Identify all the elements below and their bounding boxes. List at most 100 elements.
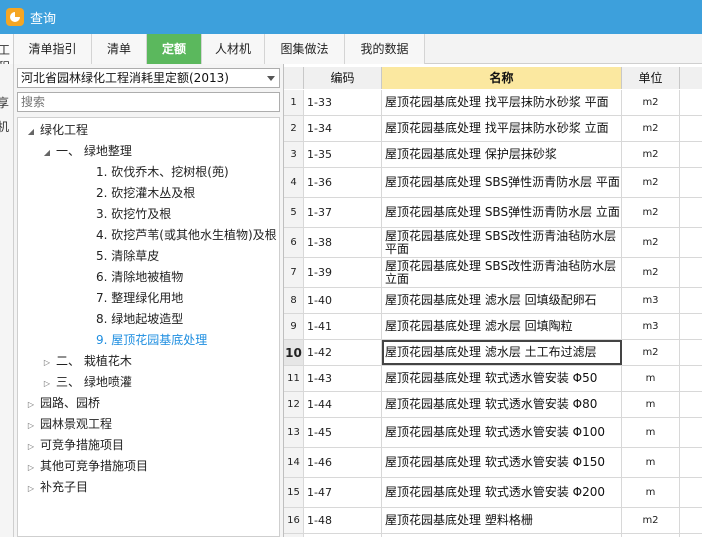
search-input[interactable] (17, 92, 280, 112)
row-extra (680, 288, 702, 313)
header-name[interactable]: 名称 (382, 67, 622, 89)
tree-expand-icon[interactable]: ▷ (26, 437, 36, 457)
table-row[interactable]: 11 1-43 屋顶花园基底处理 软式透水管安装 Φ50 m (284, 366, 702, 392)
row-unit: m (622, 392, 680, 417)
row-code: 1-47 (304, 478, 382, 507)
tree-node-label: 园路、园桥 (40, 396, 101, 410)
row-extra (680, 478, 702, 507)
row-index: 10 (284, 340, 304, 365)
row-unit: m3 (622, 288, 680, 313)
row-unit: m (622, 448, 680, 477)
tab-2[interactable]: 定额 (147, 34, 202, 64)
row-extra (680, 448, 702, 477)
tree-node[interactable]: 9. 屋顶花园基底处理 (72, 330, 207, 350)
tree-expand-icon[interactable]: ▷ (26, 458, 36, 478)
tab-3[interactable]: 人材机 (202, 34, 265, 64)
tree-expand-icon[interactable]: ▷ (26, 479, 36, 499)
table-row[interactable]: 3 1-35 屋顶花园基底处理 保护层抹砂浆 m2 (284, 142, 702, 168)
row-name: 屋顶花园基底处理 滤水层 回填陶粒 (382, 314, 622, 339)
tree-node[interactable]: ▷ 二、 栽植花木 (42, 351, 132, 371)
table-row[interactable]: 5 1-37 屋顶花园基底处理 SBS弹性沥青防水层 立面 m2 (284, 198, 702, 228)
row-code: 1-36 (304, 168, 382, 197)
tree-node-label: 可竞争措施项目 (40, 438, 125, 452)
table-row[interactable]: 8 1-40 屋顶花园基底处理 滤水层 回填级配卵石 m3 (284, 288, 702, 314)
row-index: 12 (284, 392, 304, 417)
side-strip-label-1[interactable]: 享 (0, 94, 9, 111)
tree-node[interactable]: ▷ 园路、园桥 (26, 393, 100, 413)
row-name: 屋顶花园基底处理 软式透水管安装 Φ100 (382, 418, 622, 447)
tree-node[interactable]: 8. 绿地起坡造型 (72, 309, 183, 329)
tree-node[interactable]: ▷ 其他可竞争措施项目 (26, 456, 148, 476)
header-index (284, 67, 304, 89)
tree-node-label: 6. 清除地被植物 (96, 270, 184, 284)
row-code: 1-37 (304, 198, 382, 227)
table-row[interactable]: 16 1-48 屋顶花园基底处理 塑料格栅 m2 (284, 508, 702, 534)
row-extra (680, 340, 702, 365)
tree-expand-icon[interactable]: ▷ (26, 395, 36, 415)
tree-collapse-icon[interactable]: ◢ (42, 143, 52, 163)
row-unit: m2 (622, 142, 680, 167)
table-row[interactable]: 2 1-34 屋顶花园基底处理 找平层抹防水砂浆 立面 m2 (284, 116, 702, 142)
tree-expand-icon[interactable]: ▷ (42, 374, 52, 394)
row-extra (680, 90, 702, 115)
tree-node[interactable]: ◢ 绿化工程 (26, 120, 88, 140)
grid-header: 编码 名称 单位 (284, 67, 702, 89)
row-unit: m (622, 478, 680, 507)
window-title: 查询 (30, 11, 57, 27)
tree-node-label: 补充子目 (40, 480, 89, 494)
tab-bar: 工程 清单指引清单定额人材机图集做法我的数据 (0, 34, 702, 64)
tree-node[interactable]: ▷ 三、 绿地喷灌 (42, 372, 132, 392)
table-row[interactable]: 13 1-45 屋顶花园基底处理 软式透水管安装 Φ100 m (284, 418, 702, 448)
tree-node-label: 一、 绿地整理 (56, 144, 132, 158)
tree-expand-icon[interactable]: ▷ (42, 353, 52, 373)
tree-node[interactable]: 3. 砍挖竹及根 (72, 204, 171, 224)
row-code: 1-43 (304, 366, 382, 391)
tree-node[interactable]: 4. 砍挖芦苇(或其他水生植物)及根 (72, 225, 277, 245)
row-name: 屋顶花园基底处理 SBS改性沥青油毡防水层 平面 (382, 228, 622, 257)
tree-collapse-icon[interactable]: ◢ (26, 122, 36, 142)
quota-tree-panel: 河北省园林绿化工程消耗里定额(2013) ◢ 绿化工程 ◢ 一、 绿地整理 1. 砍伐乔… (14, 64, 284, 537)
tree-node[interactable]: 7. 整理绿化用地 (72, 288, 183, 308)
tab-0[interactable]: 清单指引 (14, 34, 92, 64)
header-code[interactable]: 编码 (304, 67, 382, 89)
tree-node[interactable]: 5. 清除草皮 (72, 246, 159, 266)
row-index: 9 (284, 314, 304, 339)
quota-library-select[interactable]: 河北省园林绿化工程消耗里定额(2013) (17, 68, 280, 88)
tree-expand-icon[interactable]: ▷ (26, 416, 36, 436)
tree-node[interactable]: ▷ 可竞争措施项目 (26, 435, 124, 455)
table-row[interactable]: 12 1-44 屋顶花园基底处理 软式透水管安装 Φ80 m (284, 392, 702, 418)
table-row[interactable]: 14 1-46 屋顶花园基底处理 软式透水管安装 Φ150 m (284, 448, 702, 478)
tab-list: 清单指引 清单 定额 人材机 图集做法 我的数据 (14, 34, 425, 64)
header-unit[interactable]: 单位 (622, 67, 680, 89)
side-strip-label-2[interactable]: 机 (0, 118, 9, 135)
tree-node[interactable]: ▷ 园林景观工程 (26, 414, 112, 434)
tab-project-partial[interactable]: 工程 (0, 34, 14, 64)
row-unit: m3 (622, 314, 680, 339)
tree-node[interactable]: 6. 清除地被植物 (72, 267, 183, 287)
chevron-down-icon[interactable] (267, 76, 275, 81)
table-row[interactable]: 4 1-36 屋顶花园基底处理 SBS弹性沥青防水层 平面 m2 (284, 168, 702, 198)
tree-node[interactable]: ◢ 一、 绿地整理 (42, 141, 132, 161)
tree-node[interactable]: ▷ 补充子目 (26, 477, 88, 497)
tree-node-label: 8. 绿地起坡造型 (96, 312, 184, 326)
tree-node-label: 三、 绿地喷灌 (56, 375, 132, 389)
table-row[interactable]: 10 1-42 屋顶花园基底处理 滤水层 土工布过滤层 m2 (284, 340, 702, 366)
table-row[interactable]: 7 1-39 屋顶花园基底处理 SBS改性沥青油毡防水层 立面 m2 (284, 258, 702, 288)
tab-1[interactable]: 清单 (92, 34, 147, 64)
table-row[interactable]: 6 1-38 屋顶花园基底处理 SBS改性沥青油毡防水层 平面 m2 (284, 228, 702, 258)
row-unit: m2 (622, 116, 680, 141)
row-name: 屋顶花园基底处理 软式透水管安装 Φ200 (382, 478, 622, 507)
row-name: 屋顶花园基底处理 SBS弹性沥青防水层 立面 (382, 198, 622, 227)
row-extra (680, 392, 702, 417)
tree-node[interactable]: 1. 砍伐乔木、挖树根(蔸) (72, 162, 229, 182)
table-row[interactable]: 15 1-47 屋顶花园基底处理 软式透水管安装 Φ200 m (284, 478, 702, 508)
row-unit: m2 (622, 340, 680, 365)
row-extra (680, 508, 702, 533)
tab-4[interactable]: 图集做法 (265, 34, 345, 64)
table-row[interactable]: 9 1-41 屋顶花园基底处理 滤水层 回填陶粒 m3 (284, 314, 702, 340)
tab-5[interactable]: 我的数据 (345, 34, 425, 64)
table-row[interactable]: 1 1-33 屋顶花园基底处理 找平层抹防水砂浆 平面 m2 (284, 90, 702, 116)
tree-node-label: 园林景观工程 (40, 417, 113, 431)
tree-node[interactable]: 2. 砍挖灌木丛及根 (72, 183, 195, 203)
row-name: 屋顶花园基底处理 SBS弹性沥青防水层 平面 (382, 168, 622, 197)
